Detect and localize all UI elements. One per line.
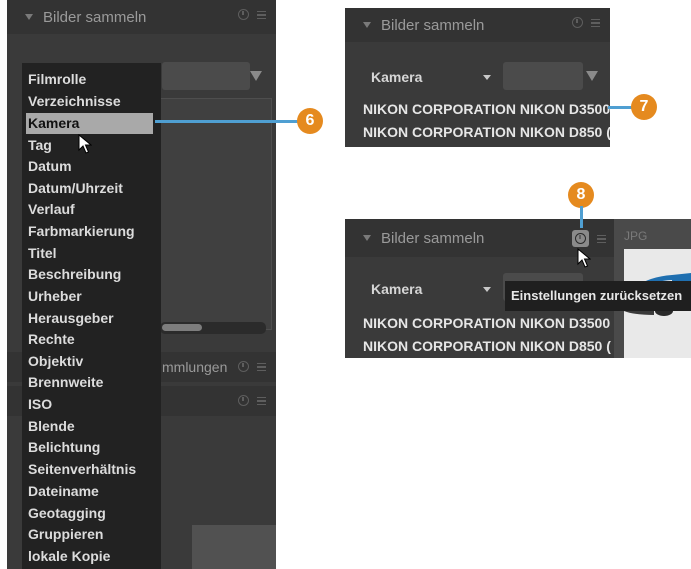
mouse-cursor-icon (78, 134, 92, 154)
dropdown-item-lokale-kopie[interactable]: lokale Kopie (28, 546, 110, 567)
collections-header-label: mmlungen (162, 359, 228, 375)
dropdown-item-beschreibung[interactable]: Beschreibung (28, 264, 121, 285)
dropdown-item-kamera[interactable]: Kamera (26, 113, 153, 134)
callout-8-line (580, 206, 583, 228)
module-title: Bilder sammeln (43, 8, 147, 26)
top-right-panel: Bilder sammeln Kamera NIKON CORPORATION … (345, 8, 610, 147)
scrollbar-thumb[interactable] (162, 324, 202, 331)
callout-6-line (155, 120, 300, 123)
dropdown-arrow-icon[interactable] (586, 71, 598, 81)
expand-triangle-icon[interactable] (363, 235, 371, 241)
reset-button-highlight[interactable] (572, 230, 589, 247)
menu-icon[interactable] (257, 396, 266, 405)
callout-6-badge: 6 (297, 108, 323, 134)
module-header-collect-2[interactable]: Bilder sammeln (345, 8, 610, 42)
reset-tooltip: Einstellungen zurücksetzen (505, 281, 691, 311)
rule-text-field[interactable] (162, 62, 250, 90)
dropdown-item-rechte[interactable]: Rechte (28, 329, 75, 350)
reset-icon[interactable] (238, 361, 249, 372)
callout-7-badge: 7 (631, 94, 657, 120)
expand-triangle-icon[interactable] (363, 22, 371, 28)
dropdown-item-urheber[interactable]: Urheber (28, 286, 82, 307)
camera-selector-label[interactable]: Kamera (371, 69, 422, 85)
camera-result-row[interactable]: NIKON CORPORATION NIKON D3500 (363, 101, 610, 117)
horizontal-scrollbar[interactable] (160, 322, 266, 334)
callout-7-line (608, 106, 633, 109)
rule-text-field[interactable] (503, 62, 583, 90)
dropdown-item-blende[interactable]: Blende (28, 416, 75, 437)
reset-icon[interactable] (572, 17, 583, 28)
dropdown-item-objektiv[interactable]: Objektiv (28, 351, 83, 372)
module-title: Bilder sammeln (381, 16, 485, 34)
dropdown-item-verzeichnisse[interactable]: Verzeichnisse (28, 91, 121, 112)
dropdown-item-titel[interactable]: Titel (28, 243, 57, 264)
camera-result-row[interactable]: NIKON CORPORATION NIKON D3500 (363, 315, 610, 331)
mouse-cursor-icon (577, 248, 591, 268)
reset-icon[interactable] (575, 233, 586, 244)
reset-icon[interactable] (238, 9, 249, 20)
dropdown-item-farbmarkierung[interactable]: Farbmarkierung (28, 221, 135, 242)
menu-icon[interactable] (597, 234, 606, 243)
thumbnail-format-label: JPG (624, 229, 648, 243)
dropdown-item-belichtung[interactable]: Belichtung (28, 437, 100, 458)
camera-selector-label[interactable]: Kamera (371, 281, 422, 297)
bottom-gray-block (192, 525, 276, 569)
dropdown-caret-icon[interactable] (483, 75, 491, 80)
menu-icon[interactable] (591, 18, 600, 27)
dropdown-item-filmrolle[interactable]: Filmrolle (28, 69, 86, 90)
dropdown-item-iso[interactable]: ISO (28, 394, 52, 415)
module-header-collect-3[interactable]: Bilder sammeln (345, 219, 614, 257)
callout-8-badge: 8 (568, 182, 594, 208)
dropdown-item-datum-uhrzeit[interactable]: Datum/Uhrzeit (28, 178, 123, 199)
dropdown-caret-icon[interactable] (483, 287, 491, 292)
dropdown-item-gruppieren[interactable]: Gruppieren (28, 524, 103, 545)
dropdown-item-dateiname[interactable]: Dateiname (28, 481, 99, 502)
camera-result-row[interactable]: NIKON CORPORATION NIKON D850 ( (363, 338, 611, 354)
dropdown-item-brennweite[interactable]: Brennweite (28, 372, 103, 393)
dropdown-item-datum[interactable]: Datum (28, 156, 72, 177)
module-title: Bilder sammeln (381, 229, 485, 247)
dropdown-item-herausgeber[interactable]: Herausgeber (28, 308, 114, 329)
module-header-collect[interactable]: Bilder sammeln (7, 0, 276, 34)
dropdown-item-seitenverhaeltnis[interactable]: Seitenverhältnis (28, 459, 136, 480)
menu-icon[interactable] (257, 10, 266, 19)
dropdown-arrow-icon[interactable] (250, 71, 262, 81)
results-list[interactable] (160, 98, 272, 330)
dropdown-item-verlauf[interactable]: Verlauf (28, 199, 75, 220)
camera-result-row[interactable]: NIKON CORPORATION NIKON D850 ( (363, 124, 610, 140)
reset-icon[interactable] (238, 395, 249, 406)
expand-triangle-icon[interactable] (25, 14, 33, 20)
menu-icon[interactable] (257, 362, 266, 371)
dropdown-item-geotagging[interactable]: Geotagging (28, 503, 106, 524)
dropdown-item-tag[interactable]: Tag (28, 135, 52, 156)
